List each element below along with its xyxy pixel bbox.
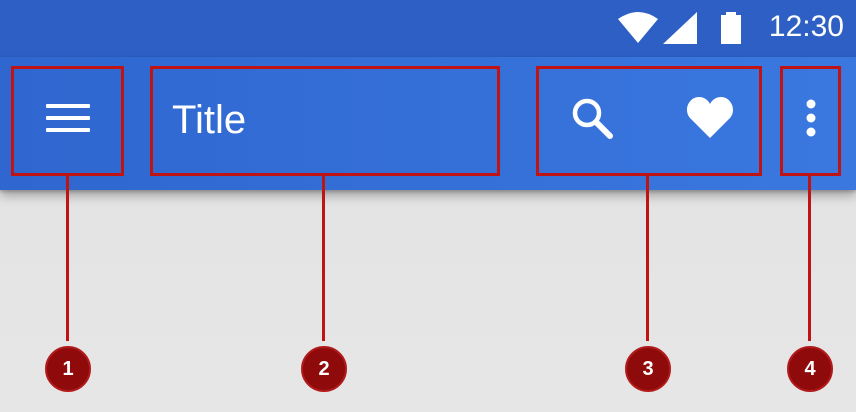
favorite-button[interactable]: [674, 90, 746, 150]
navigation-menu-button[interactable]: [11, 66, 124, 174]
action-buttons: [536, 66, 762, 174]
wifi-icon: [618, 12, 658, 49]
status-time: 12:30: [768, 10, 844, 43]
search-button[interactable]: [556, 90, 628, 150]
callout-line-1: [66, 176, 69, 341]
more-vert-icon: [805, 99, 817, 142]
callout-line-2: [322, 176, 325, 341]
overflow-menu-button[interactable]: [780, 66, 841, 174]
callout-badge-3: 3: [625, 346, 671, 392]
battery-icon: [719, 12, 743, 49]
menu-icon: [44, 103, 92, 138]
title-area: Title: [150, 66, 500, 174]
app-screen: 12:30 Title 1 2 3 4: [0, 0, 856, 412]
callout-badge-1: 1: [45, 346, 91, 392]
callout-badge-2: 2: [301, 346, 347, 392]
status-bar: 12:30: [0, 0, 856, 57]
callout-line-3: [646, 176, 649, 341]
heart-icon: [686, 96, 734, 145]
callout-badge-4: 4: [787, 346, 833, 392]
app-bar: Title: [0, 57, 856, 190]
callout-line-4: [808, 176, 811, 341]
app-bar-title: Title: [172, 98, 247, 142]
search-icon: [570, 96, 614, 145]
signal-icon: [663, 12, 697, 49]
